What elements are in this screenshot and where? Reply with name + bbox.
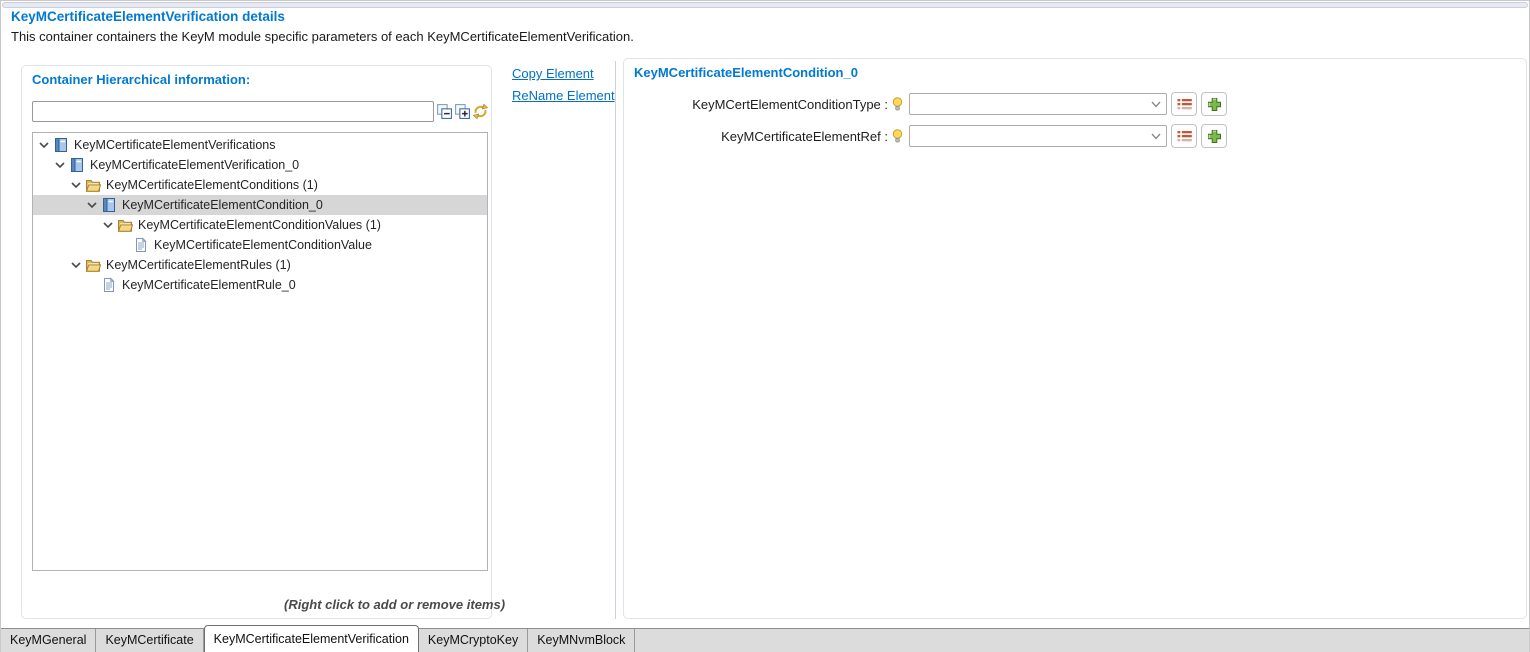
lightbulb-icon [892,97,903,112]
bottom-tab[interactable]: KeyMGeneral [1,629,96,652]
chevron-down-icon[interactable] [39,140,53,150]
document-icon [133,237,149,253]
tree-node-label: KeyMCertificateElementCondition_0 [122,198,323,212]
tree-node-label: KeyMCertificateElementRules (1) [106,258,291,272]
tree-row[interactable]: KeyMCertificateElementCondition_0 [33,195,487,215]
bottom-tab[interactable]: KeyMCertificate [96,629,203,652]
window-top-strip [2,2,1528,8]
list-values-button[interactable] [1171,92,1197,116]
folder-open-icon [117,217,133,233]
form-field-row: KeyMCertificateElementRef : [632,124,1518,148]
tab-label: KeyMCertificate [105,633,193,647]
chevron-down-icon[interactable] [103,220,117,230]
list-icon [1177,130,1192,143]
tree-node-label: KeyMCertificateElementConditionValue [154,238,372,252]
folder-open-icon [85,177,101,193]
bottom-tab-bar: KeyMGeneral KeyMCertificate KeyMCertific… [1,628,1530,652]
lightbulb-icon [892,129,903,144]
tab-label: KeyMCryptoKey [428,633,518,647]
refresh-icon[interactable] [472,103,489,120]
panel-divider [615,61,616,619]
tree-row[interactable]: KeyMCertificateElementConditionValue [33,235,487,255]
collapse-all-icon[interactable] [436,103,453,120]
details-panel-title: KeyMCertificateElementCondition_0 [634,65,858,80]
tree-row[interactable]: KeyMCertificateElementConditionValues (1… [33,215,487,235]
field-label: KeyMCertificateElementRef : [632,129,888,144]
list-values-button[interactable] [1171,124,1197,148]
add-value-button[interactable] [1201,124,1227,148]
tree-node-label: KeyMCertificateElementVerification_0 [90,158,299,172]
hierarchy-panel-title: Container Hierarchical information: [32,72,250,87]
add-value-button[interactable] [1201,92,1227,116]
chevron-down-icon [1151,101,1161,108]
add-icon [1207,129,1222,144]
value-combobox[interactable] [909,125,1167,147]
tree-node-label: KeyMCertificateElementRule_0 [122,278,296,292]
right-click-hint: (Right click to add or remove items) [284,597,505,612]
container-tree[interactable]: KeyMCertificateElementVerifications KeyM… [32,132,488,571]
container-hierarchy-panel: Container Hierarchical information: Key [21,65,492,619]
chevron-down-icon[interactable] [71,180,85,190]
tree-row[interactable]: KeyMCertificateElementVerifications [33,135,487,155]
book-icon [69,157,85,173]
tree-row[interactable]: KeyMCertificateElementVerification_0 [33,155,487,175]
list-icon [1177,98,1192,111]
tab-label: KeyMGeneral [10,633,86,647]
chevron-down-icon[interactable] [119,240,133,250]
chevron-down-icon[interactable] [87,280,101,290]
book-icon [53,137,69,153]
chevron-down-icon[interactable] [87,200,101,210]
element-details-panel: KeyMCertificateElementCondition_0 KeyMCe… [623,58,1527,619]
tree-node-label: KeyMCertificateElementConditionValues (1… [138,218,381,232]
tree-node-label: KeyMCertificateElementConditions (1) [106,178,318,192]
book-icon [101,197,117,213]
tree-node-label: KeyMCertificateElementVerifications [74,138,275,152]
bottom-tab[interactable]: KeyMNvmBlock [528,629,635,652]
tab-label: KeyMNvmBlock [537,633,625,647]
tree-row[interactable]: KeyMCertificateElementConditions (1) [33,175,487,195]
add-icon [1207,97,1222,112]
details-form: KeyMCertElementConditionType : [632,92,1518,156]
field-label: KeyMCertElementConditionType : [632,97,888,112]
tree-row[interactable]: KeyMCertificateElementRules (1) [33,255,487,275]
page-description: This container containers the KeyM modul… [11,29,634,44]
tree-row[interactable]: KeyMCertificateElementRule_0 [33,275,487,295]
rename-element-link[interactable]: ReName Element [512,88,615,103]
chevron-down-icon[interactable] [55,160,69,170]
folder-open-icon [85,257,101,273]
tab-label: KeyMCertificateElementVerification [214,632,409,646]
tree-filter-input[interactable] [32,101,434,122]
chevron-down-icon[interactable] [71,260,85,270]
page-title: KeyMCertificateElementVerification detai… [11,9,285,24]
copy-element-link[interactable]: Copy Element [512,66,594,81]
value-combobox[interactable] [909,93,1167,115]
form-field-row: KeyMCertElementConditionType : [632,92,1518,116]
chevron-down-icon [1151,133,1161,140]
bottom-tab[interactable]: KeyMCryptoKey [419,629,528,652]
keym-config-editor: KeyMCertificateElementVerification detai… [0,0,1530,652]
expand-all-icon[interactable] [454,103,471,120]
document-icon [101,277,117,293]
bottom-tab[interactable]: KeyMCertificateElementVerification [204,625,419,652]
